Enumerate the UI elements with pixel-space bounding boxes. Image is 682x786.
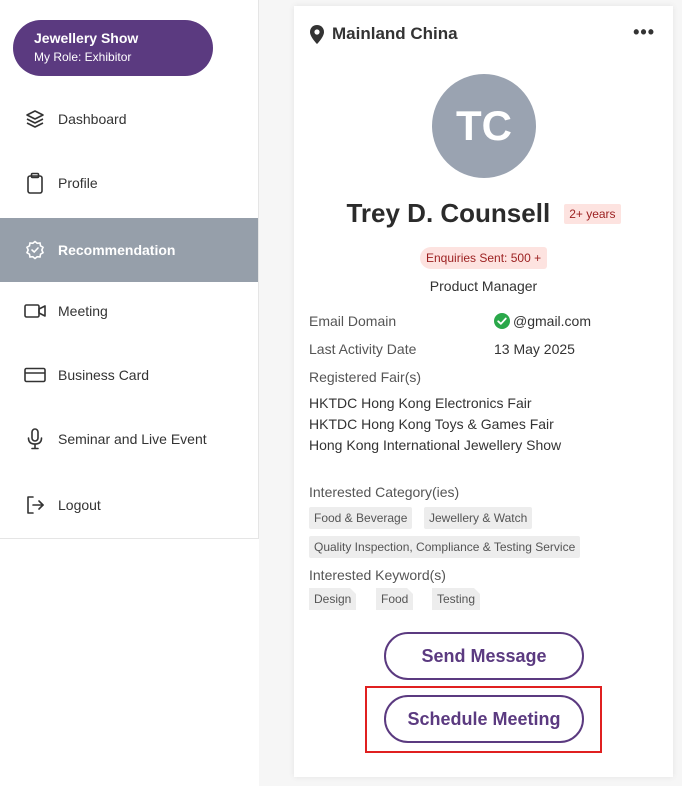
sidebar-item-dashboard[interactable]: Dashboard bbox=[0, 87, 258, 151]
location: Mainland China bbox=[310, 24, 458, 44]
map-pin-icon bbox=[310, 24, 324, 44]
more-options-icon[interactable]: ••• bbox=[633, 23, 655, 41]
sidebar-item-meeting[interactable]: Meeting bbox=[0, 279, 258, 343]
email-domain-value: @gmail.com bbox=[494, 313, 591, 329]
role-text: My Role: Exhibitor bbox=[34, 50, 132, 64]
location-text: Mainland China bbox=[332, 24, 458, 43]
sidebar-item-label: Logout bbox=[58, 497, 101, 513]
sidebar: Jewellery Show My Role: Exhibitor Dashbo… bbox=[0, 0, 259, 539]
layers-icon bbox=[24, 108, 46, 130]
sidebar-item-logout[interactable]: Logout bbox=[0, 473, 258, 537]
sidebar-item-label: Dashboard bbox=[58, 111, 127, 127]
fair-item: HKTDC Hong Kong Toys & Games Fair bbox=[309, 416, 554, 432]
verified-check-icon bbox=[494, 313, 510, 329]
sidebar-item-label: Seminar and Live Event bbox=[58, 431, 207, 447]
event-name: Jewellery Show bbox=[34, 30, 139, 46]
registered-fairs-list: HKTDC Hong Kong Electronics Fair HKTDC H… bbox=[309, 393, 561, 456]
highlight-box bbox=[365, 686, 602, 753]
person-name: Trey D. Counsell bbox=[346, 198, 551, 228]
enquiries-badge: Enquiries Sent: 500 + bbox=[420, 247, 548, 269]
job-title: Product Manager bbox=[429, 278, 538, 294]
category-tag: Jewellery & Watch bbox=[424, 507, 533, 529]
category-tag: Quality Inspection, Compliance & Testing… bbox=[309, 536, 581, 558]
interested-keyword-label: Interested Keyword(s) bbox=[309, 567, 446, 583]
fair-item: Hong Kong International Jewellery Show bbox=[309, 437, 562, 453]
logout-icon bbox=[24, 494, 46, 516]
sidebar-item-label: Profile bbox=[58, 175, 98, 191]
clipboard-icon bbox=[24, 172, 46, 194]
keyword-tag: Food bbox=[376, 588, 414, 610]
email-domain-text: @gmail.com bbox=[513, 313, 592, 329]
sidebar-item-recommendation[interactable]: Recommendation bbox=[0, 218, 258, 282]
name-row: Trey D. Counsell 2+ years bbox=[294, 198, 673, 229]
sidebar-item-profile[interactable]: Profile bbox=[0, 151, 258, 215]
years-badge: 2+ years bbox=[564, 203, 621, 224]
sidebar-item-seminar[interactable]: Seminar and Live Event bbox=[0, 407, 258, 471]
recommendation-card: Mainland China ••• TC Trey D. Counsell 2… bbox=[294, 6, 673, 777]
registered-fairs-label: Registered Fair(s) bbox=[309, 369, 422, 385]
send-message-button[interactable]: Send Message bbox=[384, 632, 584, 680]
email-domain-label: Email Domain bbox=[309, 313, 397, 329]
keyword-tag: Design bbox=[309, 588, 357, 610]
interested-category-label: Interested Category(ies) bbox=[309, 484, 460, 500]
sidebar-item-business-card[interactable]: Business Card bbox=[0, 343, 258, 407]
last-activity-value: 13 May 2025 bbox=[494, 341, 575, 357]
sidebar-item-label: Recommendation bbox=[58, 242, 176, 258]
avatar: TC bbox=[432, 74, 536, 178]
category-tag: Food & Beverage bbox=[309, 507, 413, 529]
sidebar-item-label: Meeting bbox=[58, 303, 108, 319]
gear-badge-icon bbox=[24, 239, 46, 261]
fair-item: HKTDC Hong Kong Electronics Fair bbox=[309, 395, 532, 411]
sidebar-item-label: Business Card bbox=[58, 367, 150, 383]
credit-card-icon bbox=[24, 364, 46, 386]
keyword-tag: Testing bbox=[432, 588, 481, 610]
event-role-pill[interactable]: Jewellery Show My Role: Exhibitor bbox=[13, 20, 213, 76]
video-camera-icon bbox=[24, 300, 46, 322]
last-activity-label: Last Activity Date bbox=[309, 341, 417, 357]
microphone-icon bbox=[24, 428, 46, 450]
